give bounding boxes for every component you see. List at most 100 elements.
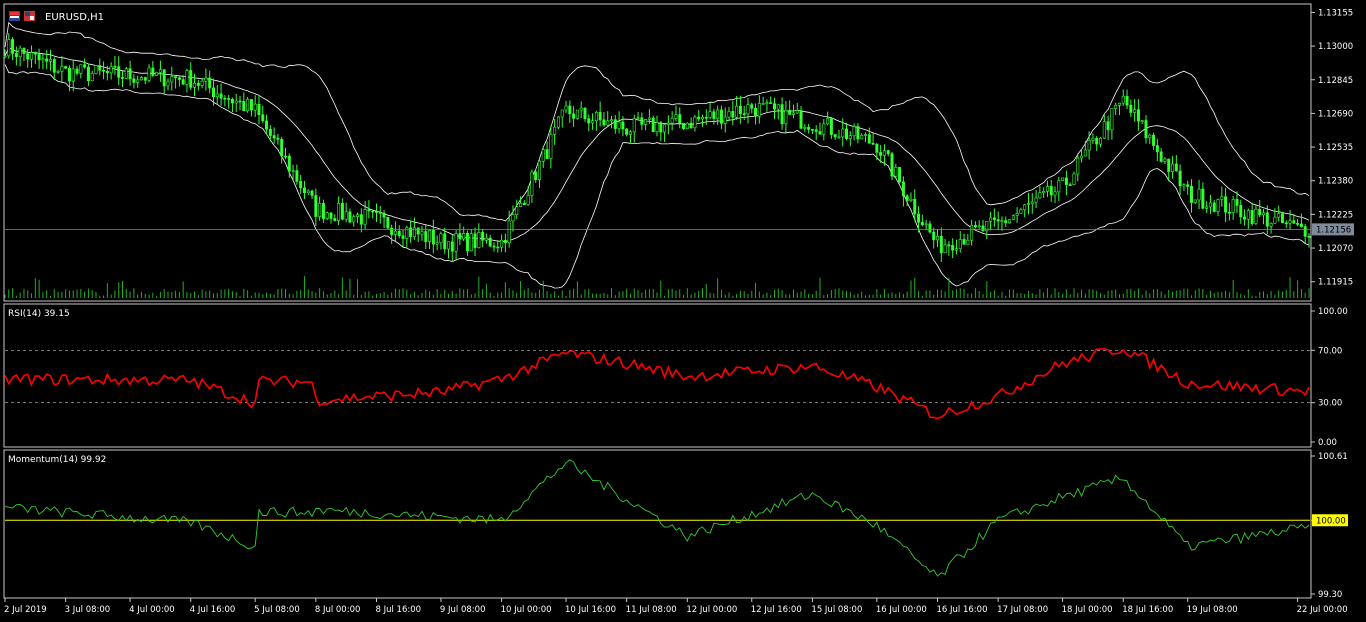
candle-body	[1038, 192, 1042, 199]
candle-body	[242, 101, 246, 112]
candle-body	[628, 131, 632, 135]
candle-body	[769, 102, 773, 104]
candle-body	[128, 68, 132, 80]
candle-body	[1030, 201, 1034, 204]
candle-body	[1186, 184, 1190, 187]
candle-body	[632, 118, 636, 133]
candle-body	[257, 103, 261, 116]
candle-body	[1163, 158, 1167, 162]
candle-body	[989, 217, 993, 222]
candle-body	[924, 223, 928, 226]
candle-body	[530, 171, 534, 196]
candle-body	[109, 66, 113, 74]
candle-body	[1072, 173, 1076, 185]
candle-body	[977, 225, 981, 228]
candle-body	[352, 216, 356, 223]
candle-body	[807, 127, 811, 130]
candle-body	[132, 78, 136, 83]
candle-body	[1008, 219, 1012, 224]
candle-body	[401, 235, 405, 239]
candle-body	[124, 68, 128, 79]
candle-body	[1205, 206, 1209, 209]
candle-body	[1224, 196, 1228, 213]
candle-body	[158, 69, 162, 73]
candle-body	[1159, 151, 1163, 162]
candle-body	[674, 114, 678, 119]
candle-body	[280, 138, 284, 157]
candle-body	[970, 225, 974, 241]
candle-body	[420, 231, 424, 235]
candle-body	[230, 99, 234, 104]
candle-body	[238, 100, 242, 103]
momentum-level-label: 100.00	[1316, 516, 1346, 526]
candle-body	[223, 97, 227, 100]
candle-body	[447, 241, 451, 250]
candle-body	[901, 181, 905, 197]
candle-body	[1277, 213, 1281, 218]
candle-body	[1307, 236, 1311, 238]
time-tick-label: 10 Jul 00:00	[501, 605, 552, 615]
candle-body	[1091, 137, 1095, 141]
candle-body	[181, 79, 185, 85]
candle-body	[86, 66, 90, 82]
candle-body	[1246, 210, 1250, 220]
candle-body	[1243, 216, 1247, 220]
candle-body	[1144, 120, 1148, 139]
candle-body	[359, 214, 363, 225]
candle-body	[253, 103, 257, 111]
candle-body	[1087, 140, 1091, 151]
candle-body	[1299, 223, 1303, 227]
candle-body	[1155, 145, 1159, 153]
candle-body	[1129, 104, 1133, 113]
candle-body	[757, 103, 761, 117]
candle-body	[602, 119, 606, 126]
candle-body	[610, 119, 614, 122]
candle-body	[52, 59, 56, 73]
candle-body	[568, 105, 572, 115]
candle-body	[56, 71, 60, 73]
candle-body	[1288, 220, 1292, 224]
candle-body	[788, 110, 792, 115]
candle-body	[606, 120, 610, 126]
candle-body	[742, 113, 746, 115]
candle-body	[791, 112, 795, 115]
candle-body	[1235, 199, 1239, 206]
candle-body	[939, 235, 943, 254]
candle-body	[1076, 157, 1080, 175]
time-tick-label: 18 Jul 00:00	[1062, 605, 1113, 615]
candle-body	[947, 244, 951, 247]
time-tick-label: 16 Jul 16:00	[937, 605, 988, 615]
candle-body	[810, 129, 814, 131]
candle-body	[382, 212, 386, 218]
candle-body	[261, 114, 265, 122]
candle-body	[1227, 211, 1231, 214]
candle-body	[560, 109, 564, 118]
candle-body	[211, 87, 215, 97]
candle-body	[875, 143, 879, 153]
candle-body	[147, 67, 151, 81]
candle-body	[1174, 163, 1178, 172]
candle-body	[503, 239, 507, 243]
candle-body	[1273, 216, 1277, 224]
symbol-label: EURUSD,H1	[45, 12, 104, 23]
price-tick-label: 1.12845	[1318, 76, 1353, 86]
price-tick-label: 1.12690	[1318, 109, 1353, 119]
candle-body	[1250, 210, 1254, 224]
candle-body	[731, 111, 735, 118]
candle-body	[765, 102, 769, 104]
candle-body	[693, 116, 697, 129]
candle-body	[60, 66, 64, 72]
candle-body	[26, 53, 30, 60]
candle-body	[723, 116, 727, 124]
time-tick-label: 4 Jul 00:00	[129, 605, 175, 615]
candle-body	[337, 203, 341, 221]
candle-body	[75, 68, 79, 74]
candle-body	[973, 225, 977, 228]
candle-body	[841, 128, 845, 138]
candle-body	[1265, 212, 1269, 227]
candle-body	[553, 126, 557, 135]
candle-body	[7, 39, 11, 57]
candle-body	[450, 241, 454, 252]
candle-body	[1258, 208, 1262, 216]
trading-chart[interactable]: EURUSD,H1 1.13155 1.13000 1.12845 1.12690 1.…	[0, 0, 1366, 622]
